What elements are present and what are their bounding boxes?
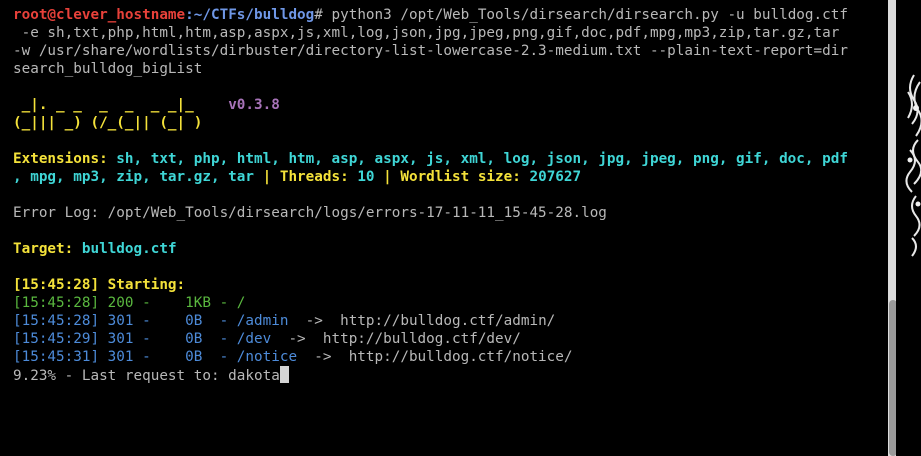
extensions-value-cont: , mpg, mp3, zip, tar.gz, tar [13, 169, 255, 185]
result-redirect: -> http://bulldog.ctf/dev/ [271, 331, 521, 347]
result-text: [15:45:28] 301 - 0B - /admin [13, 313, 289, 329]
command-text-2: -e sh,txt,php,html,htm,asp,aspx,js,xml,l… [13, 25, 840, 41]
prompt-symbol: # [314, 7, 332, 23]
terminal-window[interactable]: root@clever_hostname:~/CTFs/bulldog# pyt… [0, 0, 896, 456]
result-text: [15:45:28] 200 - 1KB - / [13, 295, 246, 311]
terminal-cursor [279, 366, 289, 383]
extensions-line-2: , mpg, mp3, zip, tar.gz, tar | Threads: … [13, 168, 892, 186]
command-text-3: -w /usr/share/wordlists/dirbuster/direct… [13, 43, 848, 59]
result-row: [15:45:29] 301 - 0B - /dev -> http://bul… [13, 330, 892, 348]
result-row: [15:45:31] 301 - 0B - /notice -> http://… [13, 348, 892, 366]
banner-art-1: _|. _ _ _ _ _ _|_ [13, 97, 229, 113]
progress-line: 9.23% - Last request to: dakota [13, 366, 892, 384]
extensions-value: sh, txt, php, html, htm, asp, aspx, js, … [116, 151, 848, 167]
target-value: bulldog.ctf [81, 241, 177, 257]
background-wallpaper [896, 0, 921, 456]
command-text-4: search_bulldog_bigList [13, 61, 203, 77]
banner-version: v0.3.8 [228, 97, 280, 113]
starting-line: [15:45:28] Starting: [13, 277, 186, 293]
result-text: [15:45:29] 301 - 0B - /dev [13, 331, 272, 347]
wallpaper-art [905, 74, 921, 257]
progress-text: 9.23% - Last request to: dakota [13, 368, 280, 384]
result-text: [15:45:31] 301 - 0B - /notice [13, 349, 298, 365]
target-label: Target: [13, 241, 82, 257]
result-redirect: -> http://bulldog.ctf/notice/ [297, 349, 573, 365]
banner-art-line-1: _|. _ _ _ _ _ _|_ v0.3.8 [13, 96, 892, 114]
prompt-user-host: root@clever_hostname [13, 7, 186, 23]
banner-art-line-2: (_||| _) (/_(_|| (_| ) [13, 115, 203, 131]
prompt-path: :~/CTFs/bulldog [185, 7, 315, 23]
target-line: Target: bulldog.ctf [13, 240, 892, 258]
wordlist-label: Wordlist size: [400, 169, 530, 185]
separator: | [254, 169, 280, 185]
result-redirect: -> http://bulldog.ctf/admin/ [288, 313, 556, 329]
threads-value: 10 [357, 169, 375, 185]
command-text-1: python3 /opt/Web_Tools/dirsearch/dirsear… [331, 7, 848, 23]
command-line-1: root@clever_hostname:~/CTFs/bulldog# pyt… [13, 6, 892, 24]
extensions-line-1: Extensions: sh, txt, php, html, htm, asp… [13, 150, 892, 168]
separator: | [374, 169, 401, 185]
result-row: [15:45:28] 200 - 1KB - / [13, 294, 892, 312]
extensions-label: Extensions: [13, 151, 117, 167]
error-log-line: Error Log: /opt/Web_Tools/dirsearch/logs… [13, 205, 607, 221]
wordlist-value: 207627 [529, 169, 582, 185]
threads-label: Threads: [279, 169, 358, 185]
result-row: [15:45:28] 301 - 0B - /admin -> http://b… [13, 312, 892, 330]
